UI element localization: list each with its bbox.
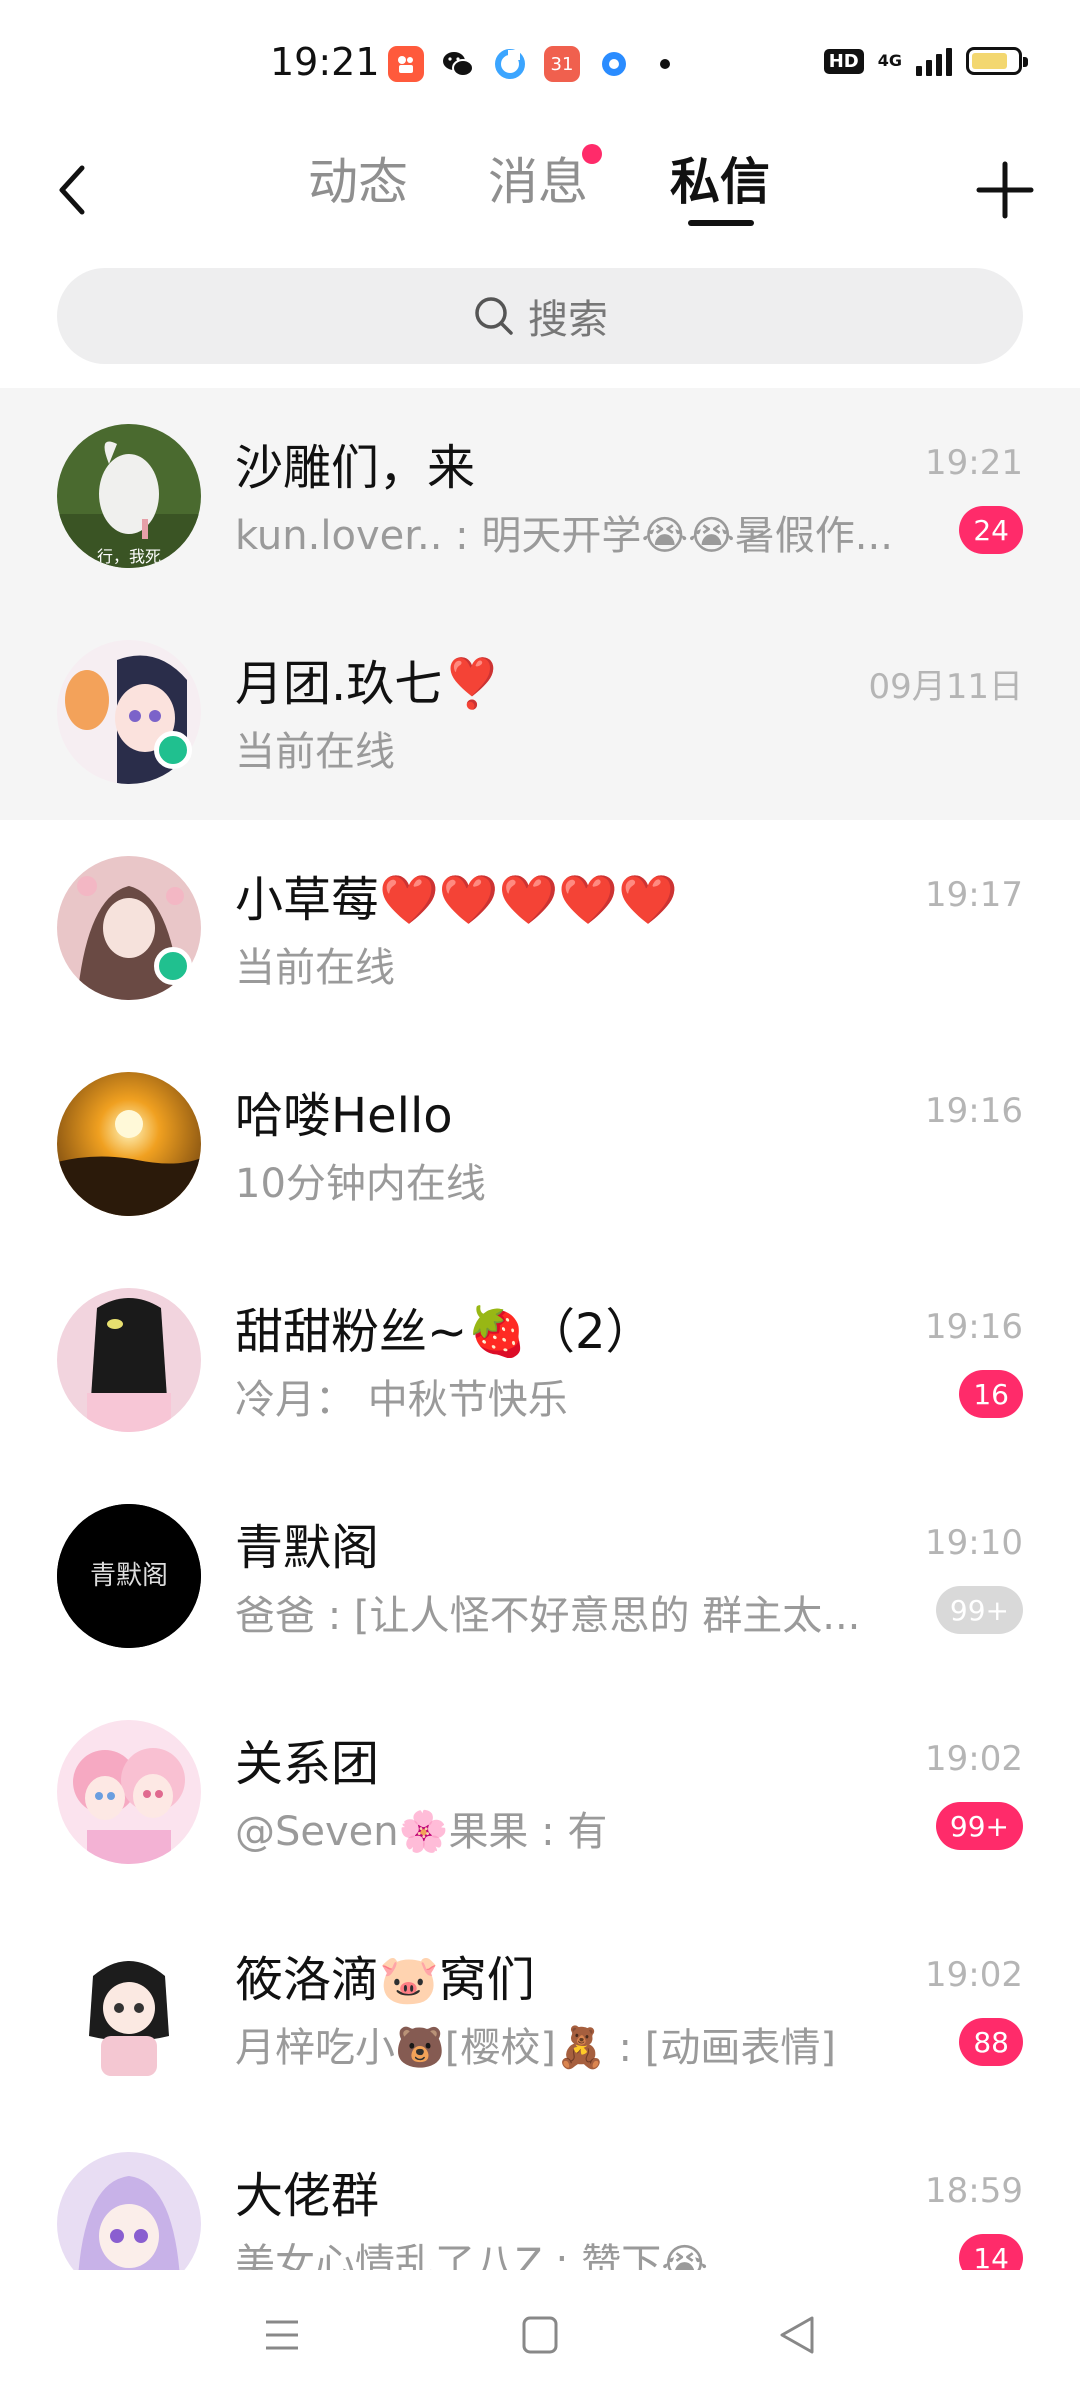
conversation-row[interactable]: 大佬群 美女心情乱了八Z : 赞下😭 18:59 14 bbox=[0, 2116, 1080, 2270]
unread-badge: 88 bbox=[959, 2018, 1023, 2066]
conversation-preview: 月梓吃小🐻[樱校]🧸 : [动画表情] bbox=[235, 2025, 836, 2071]
conversation-name: 小草莓❤️❤️❤️❤️❤️ bbox=[235, 872, 678, 928]
avatar: 行，我死 bbox=[57, 424, 201, 568]
signal-icon bbox=[916, 46, 952, 76]
search-placeholder: 搜索 bbox=[528, 297, 608, 343]
conversation-row[interactable]: 小草莓❤️❤️❤️❤️❤️ 当前在线 19:17 bbox=[0, 820, 1080, 1036]
conversation-name: 筱洛滴🐷窝们 bbox=[235, 1952, 535, 2008]
conversation-time: 19:16 bbox=[925, 1091, 1023, 1131]
conversation-preview: 10分钟内在线 bbox=[235, 1161, 486, 1207]
unread-badge: 24 bbox=[959, 506, 1023, 554]
more-notifications-dot bbox=[660, 59, 670, 69]
menu-icon[interactable] bbox=[252, 2310, 312, 2360]
unread-badge: 99+ bbox=[935, 1802, 1023, 1850]
search-icon bbox=[475, 297, 513, 335]
online-status-dot bbox=[154, 947, 192, 985]
conversation-row[interactable]: 哈喽Hello 10分钟内在线 19:16 bbox=[0, 1036, 1080, 1252]
messages-unread-dot bbox=[582, 144, 602, 164]
avatar: 青默阁 bbox=[57, 1504, 201, 1648]
home-icon[interactable] bbox=[510, 2310, 570, 2360]
online-status-dot bbox=[154, 731, 192, 769]
conversation-preview: 美女心情乱了八Z : 赞下😭 bbox=[235, 2241, 709, 2270]
conversation-preview: 当前在线 bbox=[235, 729, 395, 775]
back-icon[interactable] bbox=[48, 150, 108, 230]
conversation-name: 哈喽Hello bbox=[235, 1088, 453, 1144]
back-triangle-icon[interactable] bbox=[768, 2310, 828, 2360]
avatar-caption: 行，我死 bbox=[97, 547, 161, 566]
conversation-time: 19:02 bbox=[925, 1739, 1023, 1779]
calendar-icon: 31 bbox=[544, 46, 580, 82]
unread-badge: 16 bbox=[959, 1370, 1023, 1418]
add-icon[interactable] bbox=[970, 150, 1040, 230]
system-nav-bar bbox=[0, 2270, 1080, 2400]
qq-browser-icon bbox=[596, 46, 632, 82]
conversation-row[interactable]: 月团.玖七❣️ 当前在线 09月11日 bbox=[0, 604, 1080, 820]
tab-dynamics[interactable]: 动态 bbox=[308, 142, 408, 214]
status-bar: 19:21 31 HD 4G bbox=[0, 0, 1080, 130]
unread-badge: 14 bbox=[959, 2234, 1023, 2270]
wechat-icon bbox=[440, 46, 476, 82]
battery-level bbox=[972, 53, 1007, 69]
avatar bbox=[57, 1936, 201, 2080]
status-indicators: HD 4G bbox=[823, 46, 1028, 76]
conversation-row[interactable]: 青默阁 青默阁 爸爸 : [让人怪不好意思的 群主太... 19:10 99+ bbox=[0, 1468, 1080, 1684]
conversation-row[interactable]: 行，我死 沙雕们，来 kun.lover.. : 明天开学😭😭暑假作... 19… bbox=[0, 388, 1080, 604]
conversation-name: 青默阁 bbox=[235, 1520, 380, 1576]
avatar bbox=[57, 1720, 201, 1864]
top-nav: 动态 消息 私信 bbox=[0, 130, 1080, 250]
tab-private-messages[interactable]: 私信 bbox=[670, 142, 770, 214]
conversation-name: 月团.玖七❣️ bbox=[235, 656, 503, 712]
conversation-name: 关系团 bbox=[235, 1736, 380, 1792]
conversation-time: 19:02 bbox=[925, 1955, 1023, 1995]
conversation-preview: kun.lover.. : 明天开学😭😭暑假作... bbox=[235, 513, 893, 559]
conversation-name: 沙雕们，来 bbox=[235, 440, 476, 496]
search-input[interactable]: 搜索 bbox=[57, 268, 1023, 364]
network-type: 4G bbox=[877, 51, 902, 70]
conversation-time: 18:59 bbox=[925, 2171, 1023, 2211]
browser-icon bbox=[492, 46, 528, 82]
calendar-day: 31 bbox=[550, 53, 574, 75]
conversation-row[interactable]: 关系团 @Seven🌸果果 : 有 19:02 99+ bbox=[0, 1684, 1080, 1900]
unread-badge-muted: 99+ bbox=[935, 1586, 1023, 1634]
conversation-time: 09月11日 bbox=[868, 667, 1023, 707]
conversation-name: 甜甜粉丝~🍓（2） bbox=[235, 1304, 654, 1360]
avatar bbox=[57, 1072, 201, 1216]
conversation-name: 大佬群 bbox=[235, 2168, 380, 2224]
conversation-preview: @Seven🌸果果 : 有 bbox=[235, 1809, 608, 1855]
conversation-time: 19:10 bbox=[925, 1523, 1023, 1563]
conversation-row[interactable]: 筱洛滴🐷窝们 月梓吃小🐻[樱校]🧸 : [动画表情] 19:02 88 bbox=[0, 1900, 1080, 2116]
notification-icons: 31 bbox=[388, 46, 670, 82]
conversation-row[interactable]: 甜甜粉丝~🍓（2） 冷月： 中秋节快乐 19:16 16 bbox=[0, 1252, 1080, 1468]
conversation-time: 19:17 bbox=[925, 875, 1023, 915]
status-time: 19:21 bbox=[270, 40, 380, 84]
active-tab-indicator bbox=[688, 220, 754, 226]
hd-badge: HD bbox=[823, 48, 864, 74]
battery-icon bbox=[966, 47, 1028, 75]
conversation-preview: 冷月： 中秋节快乐 bbox=[235, 1377, 568, 1423]
tab-messages[interactable]: 消息 bbox=[488, 142, 588, 214]
conversation-preview: 爸爸 : [让人怪不好意思的 群主太... bbox=[235, 1593, 861, 1639]
avatar-seal-text: 青默阁 bbox=[90, 1561, 168, 1591]
conversation-list: 行，我死 沙雕们，来 kun.lover.. : 明天开学😭😭暑假作... 19… bbox=[0, 388, 1080, 2270]
kuaishou-icon bbox=[388, 46, 424, 82]
conversation-time: 19:16 bbox=[925, 1307, 1023, 1347]
conversation-time: 19:21 bbox=[925, 443, 1023, 483]
avatar bbox=[57, 2152, 201, 2270]
conversation-preview: 当前在线 bbox=[235, 945, 395, 991]
avatar bbox=[57, 1288, 201, 1432]
